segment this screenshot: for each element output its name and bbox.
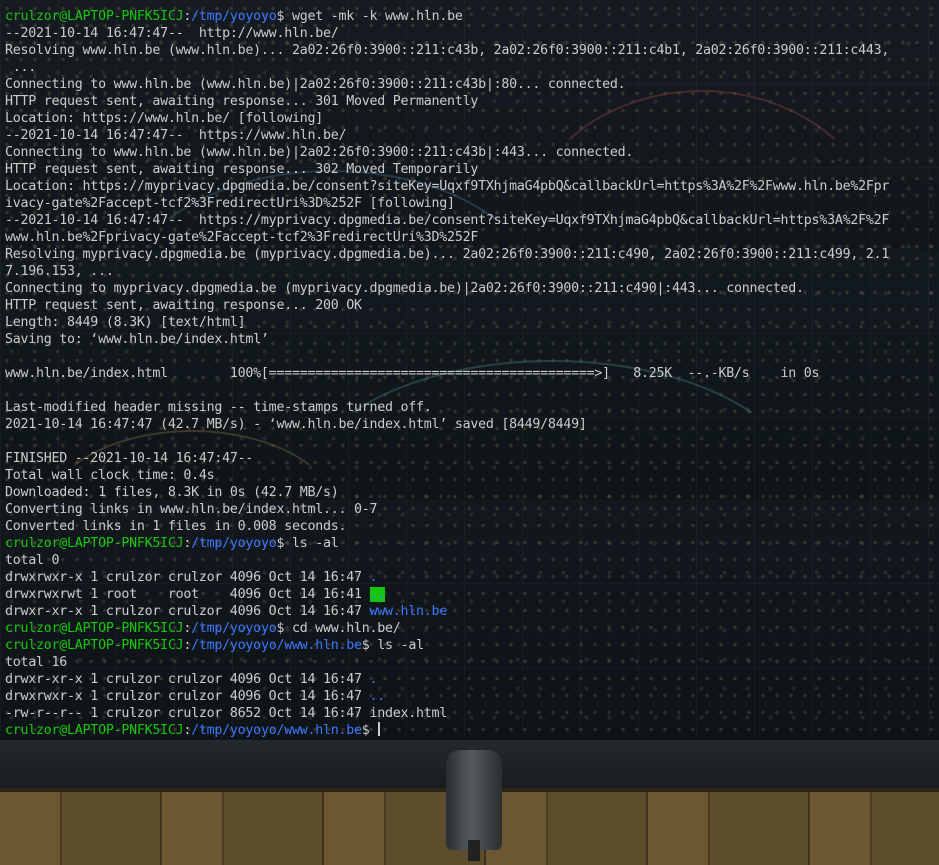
wget-output-line: Connecting to www.hln.be (www.hln.be)|2a…: [5, 145, 634, 160]
dir-entry: .: [369, 672, 378, 687]
ls-row: drwxrwxr-x 1 crulzor crulzor 4096 Oct 14…: [5, 570, 378, 585]
terminal-output[interactable]: crulzor@LAPTOP-PNFK5ICJ:/tmp/yoyoyo$ wge…: [5, 8, 935, 739]
wget-output-line: --2021-10-14 16:47:47-- https://www.hln.…: [5, 128, 347, 143]
dir-entry: www.hln.be: [369, 604, 448, 619]
ls-row: drwxr-xr-x 1 crulzor crulzor 4096 Oct 14…: [5, 604, 448, 619]
ls-total: total 0: [5, 553, 60, 568]
prompt-line: crulzor@LAPTOP-PNFK5ICJ:/tmp/yoyoyo$ wge…: [5, 9, 463, 24]
dir-entry: ..: [369, 689, 386, 704]
wget-output-line: --2021-10-14 16:47:47-- http://www.hln.b…: [5, 26, 339, 41]
file-entry: index.html: [369, 706, 448, 721]
command-ls: ls -al: [291, 536, 339, 551]
dir-entry-sticky: ..: [369, 587, 386, 602]
ls-row: drwxr-xr-x 1 crulzor crulzor 4096 Oct 14…: [5, 672, 378, 687]
wget-output-line: ...: [5, 60, 37, 75]
prompt-line: crulzor@LAPTOP-PNFK5ICJ:/tmp/yoyoyo/www.…: [5, 638, 424, 653]
ls-row: drwxrwxrwt 1 root root 4096 Oct 14 16:41…: [5, 587, 386, 602]
wget-output-line: Downloaded: 1 files, 8.3K in 0s (42.7 MB…: [5, 485, 339, 500]
wget-output-line: Connecting to www.hln.be (www.hln.be)|2a…: [5, 77, 626, 92]
wget-output-line: Length: 8449 (8.3K) [text/html]: [5, 315, 246, 330]
wget-output-line: ivacy-gate%2Faccept-tcf2%3FredirectUri%3…: [5, 196, 455, 211]
wget-output-line: FINISHED --2021-10-14 16:47:47--: [5, 451, 254, 466]
wget-output-line: www.hln.be%2Fprivacy-gate%2Faccept-tcf2%…: [5, 230, 479, 245]
wget-output-line: Converting links in www.hln.be/index.htm…: [5, 502, 378, 517]
ls-total: total 16: [5, 655, 68, 670]
command-cd: cd www.hln.be/: [291, 621, 401, 636]
wget-output-line: Saving to: ‘www.hln.be/index.html’: [5, 332, 269, 347]
dir-entry: .: [369, 570, 378, 585]
text-cursor[interactable]: [378, 722, 381, 736]
ls-row: drwxrwxr-x 1 crulzor crulzor 4096 Oct 14…: [5, 689, 386, 704]
prompt-user-host: crulzor@LAPTOP-PNFK5ICJ: [5, 9, 184, 24]
wget-output-line: Location: https://www.hln.be/ [following…: [5, 111, 323, 126]
prompt-line: crulzor@LAPTOP-PNFK5ICJ:/tmp/yoyoyo$ ls …: [5, 536, 339, 551]
prompt-path: /tmp/yoyoyo: [191, 9, 277, 24]
wget-output-line: Total wall clock time: 0.4s: [5, 468, 215, 483]
command-wget: wget -mk -k www.hln.be: [291, 9, 463, 24]
wget-output-line: Last-modified header missing -- time-sta…: [5, 400, 432, 415]
command-ls: ls -al: [377, 638, 424, 653]
wget-output-line: Location: https://myprivacy.dpgmedia.be/…: [5, 179, 890, 194]
wget-output-line: Resolving myprivacy.dpgmedia.be (mypriva…: [5, 247, 890, 262]
wget-output-line: www.hln.be/index.html 100%[=============…: [5, 366, 820, 381]
terminal-window[interactable]: crulzor@LAPTOP-PNFK5ICJ:/tmp/yoyoyo$ wge…: [0, 0, 939, 861]
wget-output-line: [5, 382, 935, 399]
active-prompt-line[interactable]: crulzor@LAPTOP-PNFK5ICJ:/tmp/yoyoyo/www.…: [5, 722, 935, 739]
wget-output-line: 7.196.153, ...: [5, 264, 114, 279]
wget-output-line: HTTP request sent, awaiting response... …: [5, 298, 362, 313]
prompt-line: crulzor@LAPTOP-PNFK5ICJ:/tmp/yoyoyo$ cd …: [5, 621, 401, 636]
wget-output-line: 2021-10-14 16:47:47 (42.7 MB/s) - ‘www.h…: [5, 417, 587, 432]
wget-output-line: HTTP request sent, awaiting response... …: [5, 162, 479, 177]
wget-output-line: [5, 433, 935, 450]
wget-output-line: [5, 348, 935, 365]
wget-output-line: Resolving www.hln.be (www.hln.be)... 2a0…: [5, 43, 890, 58]
wget-output-line: Converted links in 1 files in 0.008 seco…: [5, 519, 347, 534]
wget-output-line: Connecting to myprivacy.dpgmedia.be (myp…: [5, 281, 804, 296]
wget-output-line: HTTP request sent, awaiting response... …: [5, 94, 479, 109]
wget-output: --2021-10-14 16:47:47-- http://www.hln.b…: [5, 25, 935, 535]
ls-row: -rw-r--r-- 1 crulzor crulzor 8652 Oct 14…: [5, 706, 448, 721]
wget-output-line: --2021-10-14 16:47:47-- https://myprivac…: [5, 213, 890, 228]
